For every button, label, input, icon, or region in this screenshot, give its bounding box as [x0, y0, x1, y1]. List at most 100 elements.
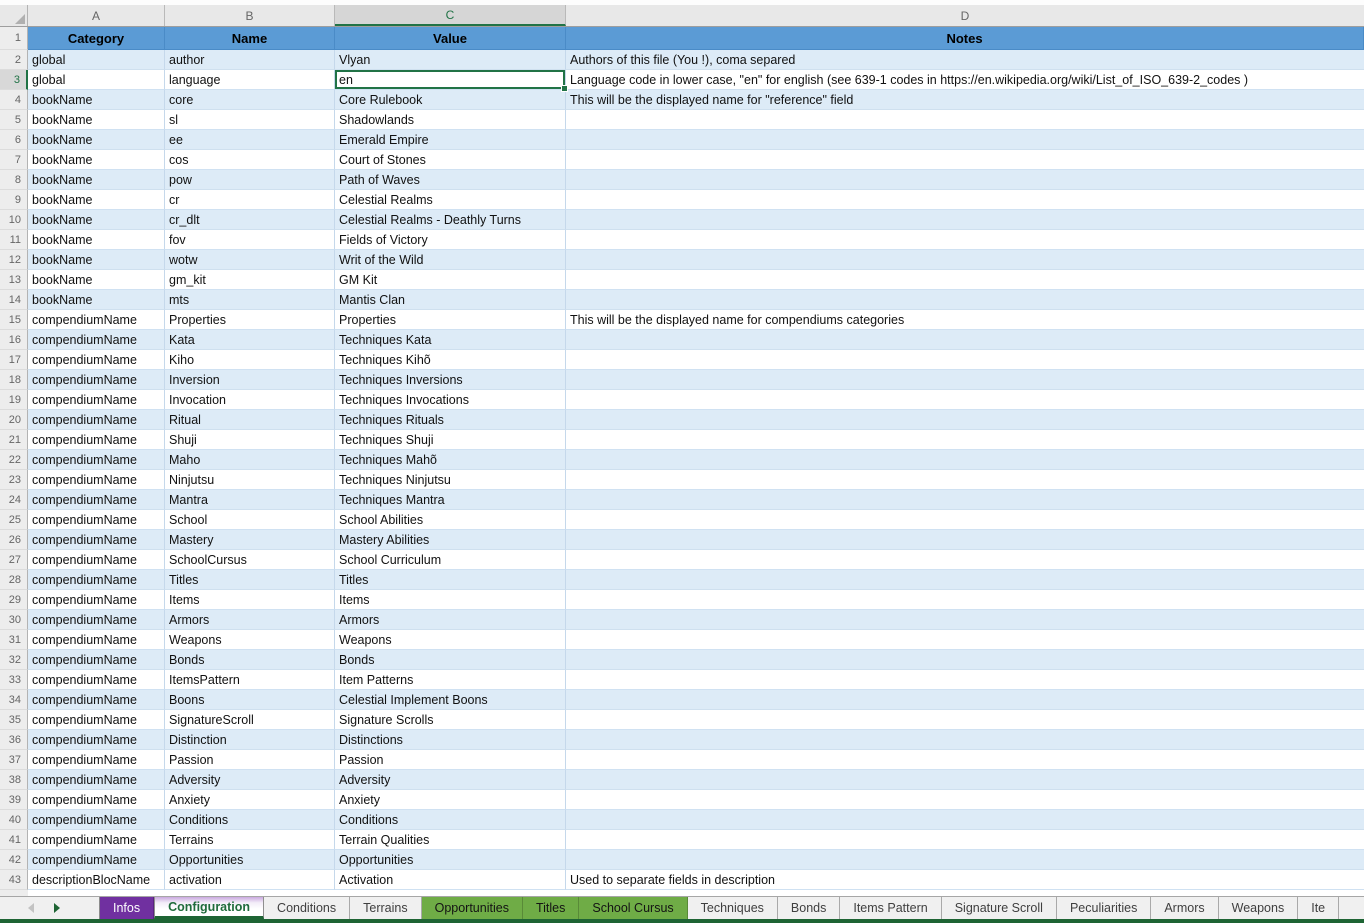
cell-value[interactable]: Conditions [335, 810, 566, 830]
cell-category[interactable]: global [28, 70, 165, 90]
row-number[interactable]: 5 [0, 110, 28, 130]
cell-category[interactable]: compendiumName [28, 350, 165, 370]
cell-category[interactable]: compendiumName [28, 650, 165, 670]
column-header-d[interactable]: D [566, 5, 1364, 26]
row-number[interactable]: 31 [0, 630, 28, 650]
cell-value[interactable]: Techniques Invocations [335, 390, 566, 410]
cell-notes[interactable] [566, 710, 1364, 730]
row-number[interactable]: 17 [0, 350, 28, 370]
cell-value[interactable]: Adversity [335, 770, 566, 790]
cell-category[interactable]: bookName [28, 250, 165, 270]
column-header-c[interactable]: C [335, 5, 566, 26]
cell-notes[interactable] [566, 350, 1364, 370]
cell-category[interactable]: compendiumName [28, 330, 165, 350]
cell-category[interactable]: global [28, 50, 165, 70]
cell-category[interactable]: bookName [28, 90, 165, 110]
cell-category[interactable]: compendiumName [28, 750, 165, 770]
cell-name[interactable]: Shuji [165, 430, 335, 450]
row-number[interactable]: 22 [0, 450, 28, 470]
row-number[interactable]: 37 [0, 750, 28, 770]
cell-name[interactable]: cr_dlt [165, 210, 335, 230]
cell-category[interactable]: compendiumName [28, 530, 165, 550]
cell-value[interactable]: Techniques Rituals [335, 410, 566, 430]
row-number[interactable]: 42 [0, 850, 28, 870]
row-number[interactable]: 14 [0, 290, 28, 310]
cell-value[interactable]: Path of Waves [335, 170, 566, 190]
cell-category[interactable]: compendiumName [28, 510, 165, 530]
cell-notes[interactable]: This will be the displayed name for "ref… [566, 90, 1364, 110]
cell-name[interactable]: Maho [165, 450, 335, 470]
cell-value[interactable]: Titles [335, 570, 566, 590]
cell-value[interactable]: Vlyan [335, 50, 566, 70]
sheet-tab-titles[interactable]: Titles [523, 897, 579, 919]
row-number[interactable]: 41 [0, 830, 28, 850]
cell-category[interactable]: compendiumName [28, 410, 165, 430]
cell-notes[interactable] [566, 590, 1364, 610]
row-number[interactable]: 24 [0, 490, 28, 510]
row-number[interactable]: 10 [0, 210, 28, 230]
cell-name[interactable]: Passion [165, 750, 335, 770]
cell-notes[interactable] [566, 830, 1364, 850]
cell-notes[interactable] [566, 730, 1364, 750]
cell-name[interactable]: Mastery [165, 530, 335, 550]
cell-notes[interactable] [566, 170, 1364, 190]
cell-notes[interactable] [566, 410, 1364, 430]
row-number[interactable]: 13 [0, 270, 28, 290]
cell-value[interactable]: Bonds [335, 650, 566, 670]
row-number[interactable]: 7 [0, 150, 28, 170]
cell-notes[interactable] [566, 490, 1364, 510]
cell-category[interactable]: compendiumName [28, 390, 165, 410]
cell-notes[interactable] [566, 610, 1364, 630]
cell-name[interactable]: Kata [165, 330, 335, 350]
cell-notes[interactable] [566, 470, 1364, 490]
cell-value[interactable]: Writ of the Wild [335, 250, 566, 270]
cell-category[interactable]: bookName [28, 130, 165, 150]
cell-value[interactable]: Court of Stones [335, 150, 566, 170]
cell-notes[interactable] [566, 250, 1364, 270]
row-number[interactable]: 19 [0, 390, 28, 410]
cell-category[interactable]: compendiumName [28, 850, 165, 870]
row-number[interactable]: 35 [0, 710, 28, 730]
cell-name[interactable]: Inversion [165, 370, 335, 390]
sheet-tab-school-cursus[interactable]: School Cursus [579, 897, 687, 919]
cell-value[interactable]: Anxiety [335, 790, 566, 810]
cell-value[interactable]: Techniques Shuji [335, 430, 566, 450]
cell-name[interactable]: Bonds [165, 650, 335, 670]
cell-category[interactable]: compendiumName [28, 770, 165, 790]
sheet-tab-configuration[interactable]: Configuration [154, 897, 264, 919]
row-number[interactable]: 30 [0, 610, 28, 630]
cell-notes[interactable] [566, 850, 1364, 870]
row-number[interactable]: 4 [0, 90, 28, 110]
cell-value[interactable]: Weapons [335, 630, 566, 650]
header-cell-name[interactable]: Name [165, 27, 335, 50]
cell-name[interactable]: pow [165, 170, 335, 190]
cell-name[interactable]: Opportunities [165, 850, 335, 870]
cell-notes[interactable]: Authors of this file (You !), coma separ… [566, 50, 1364, 70]
cell-value[interactable]: Terrain Qualities [335, 830, 566, 850]
cell-category[interactable]: compendiumName [28, 450, 165, 470]
cell-notes[interactable] [566, 790, 1364, 810]
cell-value[interactable]: Items [335, 590, 566, 610]
cell-category[interactable]: compendiumName [28, 590, 165, 610]
cell-category[interactable]: compendiumName [28, 790, 165, 810]
cell-name[interactable]: Ritual [165, 410, 335, 430]
cell-category[interactable]: compendiumName [28, 630, 165, 650]
cell-name[interactable]: School [165, 510, 335, 530]
cell-name[interactable]: Ninjutsu [165, 470, 335, 490]
cell-name[interactable]: sl [165, 110, 335, 130]
cell-notes[interactable] [566, 230, 1364, 250]
cell-notes[interactable] [566, 290, 1364, 310]
cell-category[interactable]: compendiumName [28, 830, 165, 850]
cell-value[interactable]: Techniques Kihõ [335, 350, 566, 370]
cell-category[interactable]: compendiumName [28, 670, 165, 690]
cell-name[interactable]: language [165, 70, 335, 90]
cell-name[interactable]: cos [165, 150, 335, 170]
cell-value[interactable]: Emerald Empire [335, 130, 566, 150]
row-number[interactable]: 11 [0, 230, 28, 250]
row-number[interactable]: 38 [0, 770, 28, 790]
header-cell-category[interactable]: Category [28, 27, 165, 50]
row-number[interactable]: 34 [0, 690, 28, 710]
cell-value[interactable]: Activation [335, 870, 566, 890]
cell-category[interactable]: compendiumName [28, 470, 165, 490]
cell-notes[interactable] [566, 690, 1364, 710]
